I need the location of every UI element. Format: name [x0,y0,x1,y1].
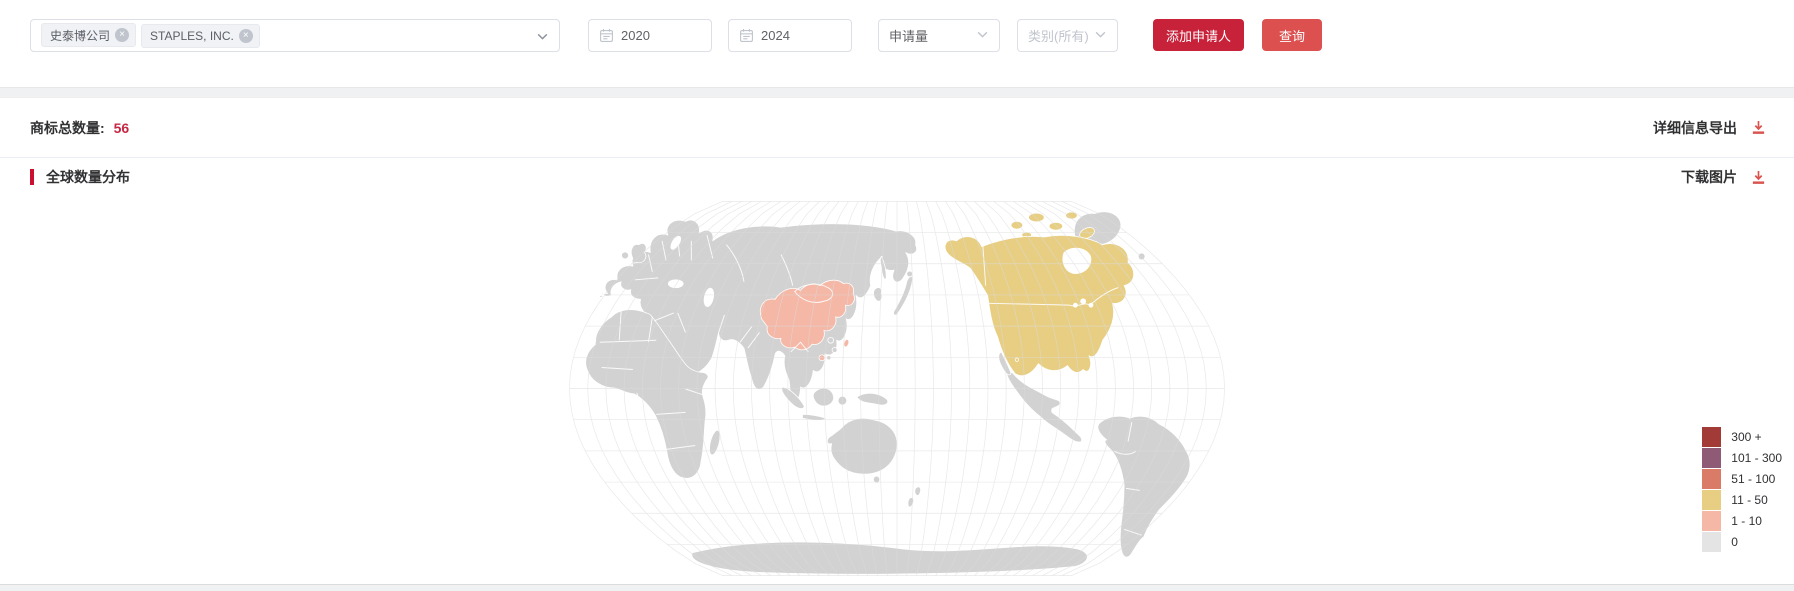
island-hokkaido [907,271,913,277]
category-select[interactable]: 类别(所有) [1017,19,1118,52]
legend-row: 101 - 300 [1702,448,1782,468]
download-icon [1751,170,1766,185]
applicant-tags: 史泰博公司 × STAPLES, INC. × [36,23,260,48]
legend-row: 11 - 50 [1702,490,1782,510]
query-button[interactable]: 查询 [1262,19,1322,51]
export-details-button[interactable]: 详细信息导出 [1653,118,1766,138]
legend-row: 0 [1702,532,1782,552]
applicant-tag: STAPLES, INC. × [141,24,260,48]
legend-label: 300 + [1731,430,1761,444]
add-applicant-button[interactable]: 添加申请人 [1153,19,1244,51]
chevron-down-icon[interactable] [536,30,549,46]
chevron-down-icon [1094,28,1107,44]
legend-swatch [1702,469,1721,489]
island-hainan [819,355,825,361]
legend-swatch [1702,427,1721,447]
download-icon [1751,120,1766,135]
country-mexico[interactable] [1007,372,1082,442]
results-card: 商标总数量: 56 详细信息导出 全球数量分布 下载图片 [0,97,1794,585]
close-icon[interactable]: × [115,28,129,42]
total-count: 商标总数量: 56 [30,118,129,138]
map-legend: 300 + 101 - 300 51 - 100 11 - 50 1 - 10 0 [1702,426,1782,552]
island-borneo [813,388,833,406]
calendar-icon [599,28,614,43]
metric-select[interactable]: 申请量 [878,19,1000,52]
total-count-label: 商标总数量: [30,120,105,136]
trademark-dashboard: 史泰博公司 × STAPLES, INC. × 2020 [0,0,1794,591]
legend-swatch [1702,490,1721,510]
legend-label: 11 - 50 [1731,493,1767,507]
download-image-label: 下载图片 [1681,167,1737,187]
island-iceland [1138,253,1145,260]
legend-label: 0 [1731,535,1738,549]
island-philippines [827,356,831,360]
legend-row: 300 + [1702,427,1782,447]
metric-select-value: 申请量 [889,26,928,45]
legend-swatch [1702,532,1721,552]
legend-label: 51 - 100 [1731,472,1775,486]
year-from-value: 2020 [621,28,650,43]
island-philippines [832,347,837,352]
section-accent-bar [30,169,34,185]
map-section-title-text: 全球数量分布 [46,167,130,187]
download-image-button[interactable]: 下载图片 [1681,167,1766,187]
world-map [0,196,1794,581]
applicant-tag-label: STAPLES, INC. [150,29,234,43]
island-new-zealand [915,487,921,496]
legend-row: 51 - 100 [1702,469,1782,489]
close-icon[interactable]: × [239,29,253,43]
total-count-value: 56 [114,120,130,136]
applicant-multiselect[interactable]: 史泰博公司 × STAPLES, INC. × [30,19,560,52]
island-new-zealand [908,498,914,507]
applicant-tag-label: 史泰博公司 [50,27,110,44]
map-section-header: 全球数量分布 下载图片 [0,158,1794,196]
year-to-input[interactable]: 2024 [728,19,852,52]
legend-label: 101 - 300 [1731,451,1782,465]
legend-swatch [1702,448,1721,468]
legend-label: 1 - 10 [1731,514,1762,528]
category-select-placeholder: 类别(所有) [1028,26,1089,45]
map-section-title: 全球数量分布 [30,167,130,187]
export-details-label: 详细信息导出 [1653,118,1737,138]
year-from-input[interactable]: 2020 [588,19,712,52]
island-ireland [622,252,629,259]
island-britain [631,243,646,263]
applicant-tag: 史泰博公司 × [41,23,136,47]
country-united-states-canada[interactable] [945,235,1134,375]
continent-antarctica [692,542,1088,574]
year-to-value: 2024 [761,28,790,43]
summary-row: 商标总数量: 56 详细信息导出 [0,98,1794,158]
filter-bar: 史泰博公司 × STAPLES, INC. × 2020 [0,0,1794,88]
island-philippines [828,337,834,343]
calendar-icon [739,28,754,43]
islands-hawaii [1015,358,1019,362]
legend-row: 1 - 10 [1702,511,1782,531]
chevron-down-icon [976,28,989,44]
island-new-guinea [857,393,888,405]
legend-swatch [1702,511,1721,531]
